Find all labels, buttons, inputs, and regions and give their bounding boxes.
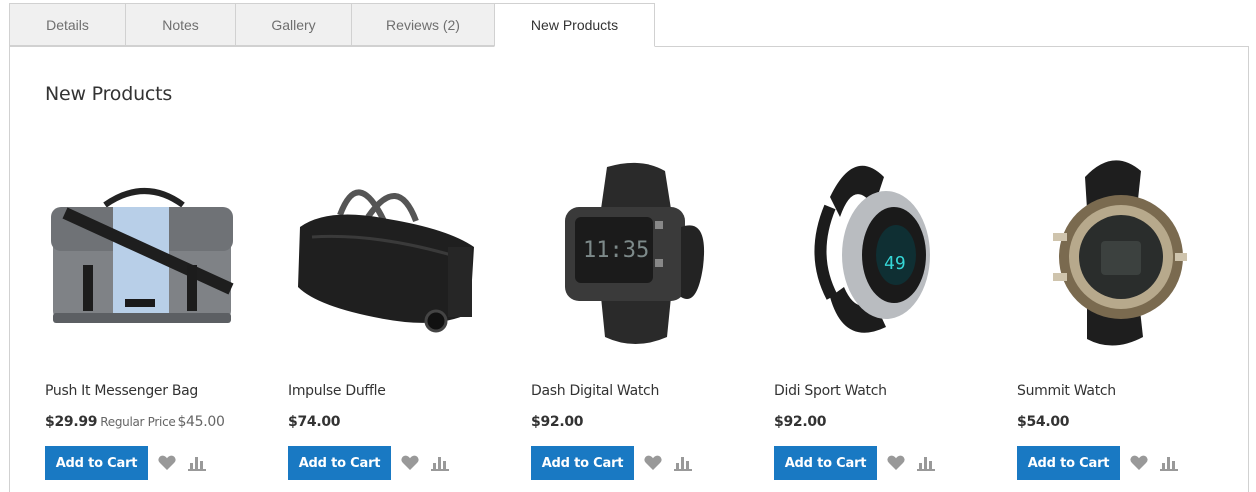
product-price: $92.00: [531, 414, 584, 430]
product-item: 11:35 Dash Digital Watch $92.00 Add to C…: [531, 137, 726, 492]
tab-reviews[interactable]: Reviews (2): [351, 3, 494, 46]
product-item: Impulse Duffle $74.00 Add to Cart: [288, 137, 483, 492]
product-name[interactable]: Impulse Duffle: [288, 383, 386, 399]
bar-chart-icon[interactable]: [188, 455, 206, 471]
price-box: $54.00: [1017, 413, 1070, 431]
product-image[interactable]: [288, 137, 483, 367]
special-price: $29.99: [45, 414, 98, 430]
tab-panel: New Products Push It Messenger Bag $29.9…: [9, 46, 1249, 492]
add-to-cart-button[interactable]: Add to Cart: [45, 446, 148, 480]
tab-gallery[interactable]: Gallery: [235, 3, 351, 46]
product-actions: Add to Cart: [531, 446, 726, 480]
add-to-cart-button[interactable]: Add to Cart: [1017, 446, 1120, 480]
product-actions: Add to Cart: [288, 446, 483, 480]
product-name[interactable]: Summit Watch: [1017, 383, 1116, 399]
price-box: $92.00: [531, 413, 584, 431]
product-name[interactable]: Push It Messenger Bag: [45, 383, 198, 399]
bar-chart-icon[interactable]: [1160, 455, 1178, 471]
svg-text:49: 49: [884, 253, 906, 274]
bar-chart-icon[interactable]: [674, 455, 692, 471]
bar-chart-icon[interactable]: [431, 455, 449, 471]
regular-price-label: Regular Price: [100, 415, 176, 429]
product-actions: Add to Cart: [1017, 446, 1212, 480]
heart-icon[interactable]: [158, 455, 176, 471]
regular-price: $45.00: [177, 414, 225, 430]
product-item: 49 Didi Sport Watch $92.00 Add to Cart: [774, 137, 969, 492]
price-box: $74.00: [288, 413, 341, 431]
tab-details[interactable]: Details: [9, 3, 125, 46]
product-image[interactable]: 11:35: [531, 137, 726, 367]
tab-new-products[interactable]: New Products: [494, 3, 655, 47]
product-item: Push It Messenger Bag $29.99 Regular Pric…: [45, 137, 240, 492]
product-grid: Push It Messenger Bag $29.99 Regular Pric…: [45, 137, 1235, 492]
add-to-cart-button[interactable]: Add to Cart: [774, 446, 877, 480]
heart-icon[interactable]: [644, 455, 662, 471]
heart-icon[interactable]: [887, 455, 905, 471]
product-name[interactable]: Didi Sport Watch: [774, 383, 887, 399]
product-price: $92.00: [774, 414, 827, 430]
product-tabs: Details Notes Gallery Reviews (2) New Pr…: [9, 3, 655, 47]
bar-chart-icon[interactable]: [917, 455, 935, 471]
product-actions: Add to Cart: [45, 446, 240, 480]
heart-icon[interactable]: [401, 455, 419, 471]
svg-text:11:35: 11:35: [583, 238, 649, 263]
product-item: Summit Watch $54.00 Add to Cart: [1017, 137, 1212, 492]
product-image[interactable]: 49: [774, 137, 969, 367]
price-box: $92.00: [774, 413, 827, 431]
add-to-cart-button[interactable]: Add to Cart: [288, 446, 391, 480]
add-to-cart-button[interactable]: Add to Cart: [531, 446, 634, 480]
section-title: New Products: [45, 83, 173, 105]
price-box: $29.99 Regular Price $45.00: [45, 413, 225, 431]
heart-icon[interactable]: [1130, 455, 1148, 471]
product-image[interactable]: [1017, 137, 1212, 367]
product-actions: Add to Cart: [774, 446, 969, 480]
product-image[interactable]: [45, 137, 240, 367]
product-name[interactable]: Dash Digital Watch: [531, 383, 659, 399]
product-price: $74.00: [288, 414, 341, 430]
product-price: $54.00: [1017, 414, 1070, 430]
tab-notes[interactable]: Notes: [125, 3, 235, 46]
